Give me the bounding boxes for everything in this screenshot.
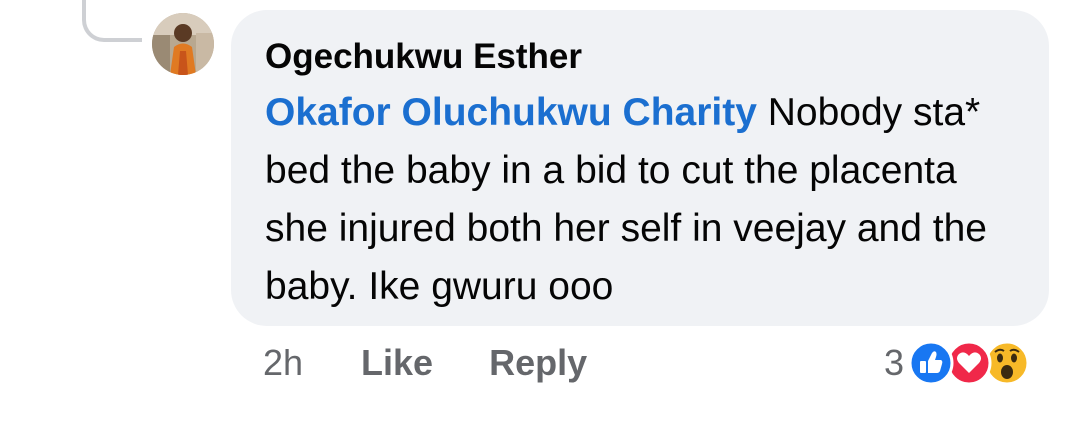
reply-button[interactable]: Reply xyxy=(489,342,587,384)
like-icon xyxy=(908,340,954,386)
like-button[interactable]: Like xyxy=(361,342,433,384)
comment-timestamp[interactable]: 2h xyxy=(263,342,303,384)
comment-author[interactable]: Ogechukwu Esther xyxy=(265,36,1013,78)
comment-bubble: Ogechukwu Esther Okafor Oluchukwu Charit… xyxy=(231,10,1049,326)
reaction-summary[interactable]: 3 xyxy=(884,340,1046,386)
reaction-count: 3 xyxy=(884,342,905,383)
reaction-icons xyxy=(906,340,1046,386)
comment-thread: Ogechukwu Esther Okafor Oluchukwu Charit… xyxy=(0,0,1080,421)
comment-actions: 2h Like Reply xyxy=(263,342,643,384)
thread-connector-line xyxy=(82,0,142,42)
mention-link[interactable]: Okafor Oluchukwu Charity xyxy=(265,91,757,134)
comment-body: Okafor Oluchukwu Charity Nobody sta* bed… xyxy=(265,84,1013,316)
avatar[interactable] xyxy=(152,13,214,75)
